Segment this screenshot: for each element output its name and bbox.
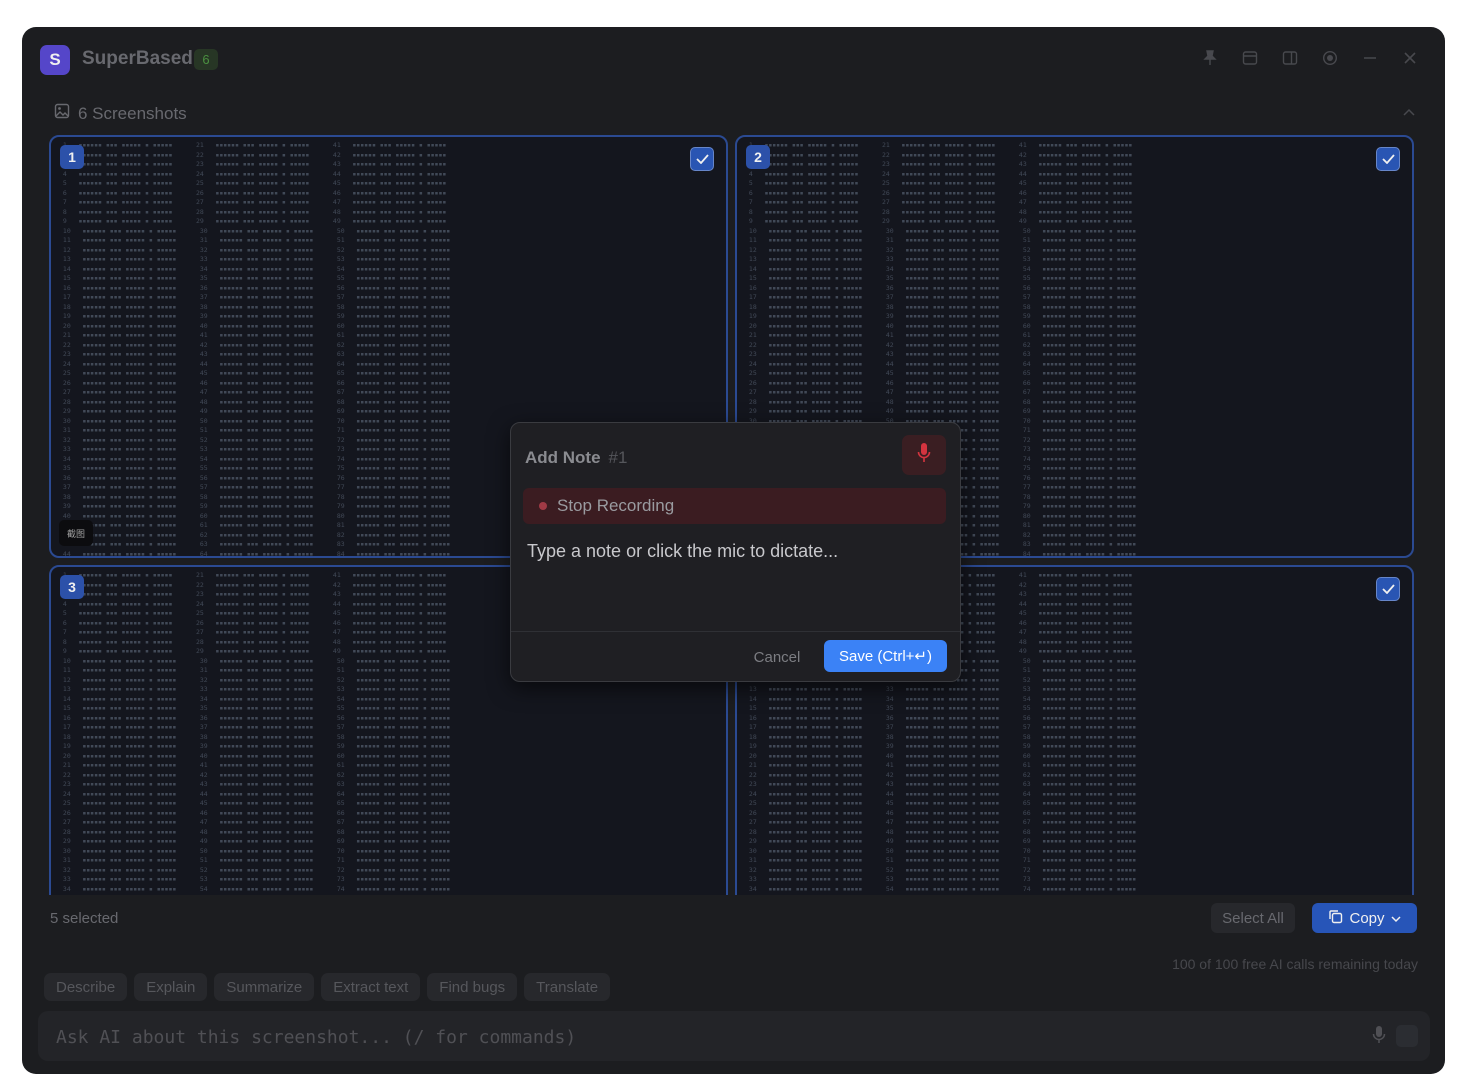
send-button[interactable]	[1396, 1025, 1418, 1047]
add-note-dialog: Add Note #1 Stop Recording Cancel Save (C…	[510, 422, 961, 682]
minimize-icon[interactable]	[1359, 47, 1381, 69]
ask-ai-input[interactable]	[54, 1019, 1258, 1055]
chip-summarize[interactable]: Summarize	[214, 973, 315, 1001]
microphone-icon[interactable]	[1372, 1025, 1386, 1050]
checkbox-checked-icon[interactable]	[1376, 147, 1400, 171]
microphone-icon	[917, 442, 931, 469]
screenshots-header-label: 6 Screenshots	[78, 103, 187, 123]
recording-dot-icon	[539, 502, 547, 510]
chevron-up-icon[interactable]	[1403, 103, 1415, 119]
ask-bar	[38, 1011, 1430, 1061]
stop-recording-label: Stop Recording	[557, 496, 675, 515]
chip-describe[interactable]: Describe	[44, 973, 128, 1001]
chip-explain[interactable]: Explain	[134, 973, 208, 1001]
titlebar: S SuperBased 6	[22, 27, 1445, 91]
dialog-title: Add Note #1	[525, 448, 627, 468]
chevron-down-icon[interactable]	[1390, 910, 1401, 927]
divider	[511, 631, 960, 632]
ai-calls-remaining: 100 of 100 free AI calls remaining today	[1172, 956, 1418, 972]
app-logo: S	[40, 45, 70, 75]
screenshots-header[interactable]: 6 Screenshots	[54, 103, 187, 124]
image-icon	[54, 103, 70, 124]
chip-find-bugs[interactable]: Find bugs	[427, 973, 518, 1001]
chip-translate[interactable]: Translate	[524, 973, 611, 1001]
record-icon[interactable]	[1319, 47, 1341, 69]
note-textarea[interactable]	[525, 535, 947, 633]
checkbox-checked-icon[interactable]	[1376, 577, 1400, 601]
close-icon[interactable]	[1399, 47, 1421, 69]
save-button[interactable]: Save (Ctrl+↵)	[824, 640, 947, 672]
stop-recording-button[interactable]: Stop Recording	[523, 488, 946, 524]
chip-extract-text[interactable]: Extract text	[321, 973, 421, 1001]
thumbnail-label: 截图	[59, 520, 93, 546]
copy-label: Copy	[1349, 909, 1385, 927]
pin-icon[interactable]	[1199, 47, 1221, 69]
copy-icon	[1328, 909, 1343, 928]
microphone-button[interactable]	[902, 435, 946, 475]
screenshot-number-badge: 1	[60, 145, 84, 169]
copy-button[interactable]: Copy	[1312, 903, 1417, 933]
dialog-title-text: Add Note	[525, 448, 601, 467]
cancel-button[interactable]: Cancel	[747, 644, 807, 670]
selected-count: 5 selected	[50, 910, 119, 927]
window-controls	[1199, 47, 1421, 69]
layout-icon[interactable]	[1239, 47, 1261, 69]
screenshot-count-badge: 6	[194, 49, 218, 70]
quick-actions: Describe Explain Summarize Extract text …	[44, 973, 611, 1001]
screenshot-number-badge: 3	[60, 575, 84, 599]
app-title: SuperBased	[82, 48, 193, 69]
note-number: #1	[608, 448, 628, 467]
select-all-button[interactable]: Select All	[1211, 903, 1295, 933]
checkbox-checked-icon[interactable]	[690, 147, 714, 171]
sidebar-icon[interactable]	[1279, 47, 1301, 69]
screenshot-number-badge: 2	[746, 145, 770, 169]
